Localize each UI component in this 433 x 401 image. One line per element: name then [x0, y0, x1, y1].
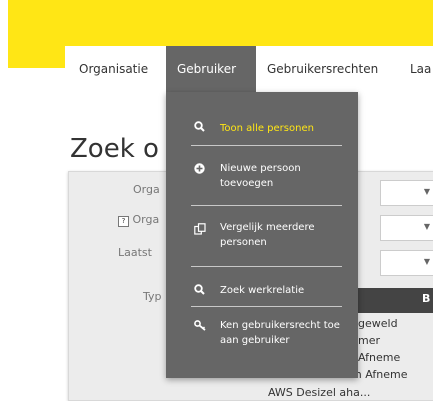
form-label-type: Typ	[143, 290, 162, 303]
key-icon	[194, 320, 207, 334]
table-row[interactable]: mer	[358, 334, 380, 347]
menu-item-label: Zoek werkrelatie	[220, 285, 305, 296]
menu-item-label: Nieuwe persoon toevoegen	[220, 163, 301, 189]
form-label-laatst: Laatst	[118, 246, 152, 259]
chevron-down-icon: ▼	[423, 187, 430, 196]
menu-divider	[191, 306, 342, 307]
table-header-label: B	[422, 292, 431, 305]
menu-item-ken-gebruikersrecht[interactable]: Ken gebruikersrecht toe aan gebruiker	[166, 320, 358, 352]
nav-tab-organisatie[interactable]: Organisatie	[79, 46, 148, 92]
select-organisatie-2[interactable]: ▼	[380, 215, 433, 241]
table-row[interactable]: geweld	[358, 317, 398, 330]
menu-divider	[191, 205, 342, 206]
help-icon[interactable]: ?	[118, 216, 129, 227]
compare-icon	[194, 223, 206, 238]
menu-divider	[191, 145, 342, 146]
menu-item-zoek-werkrelatie[interactable]: Zoek werkrelatie	[166, 283, 358, 303]
form-label-organisatie: Orga	[133, 183, 160, 196]
form-label-text: Orga	[132, 213, 160, 226]
nav-tab-gebruiker[interactable]: Gebruiker	[166, 46, 256, 92]
page-title: Zoek o	[70, 134, 159, 164]
menu-item-nieuwe-persoon[interactable]: Nieuwe persoon toevoegen	[166, 163, 358, 195]
chevron-down-icon: ▼	[423, 222, 430, 231]
table-row[interactable]: AWS Desizel aha...	[268, 386, 370, 399]
select-laatst[interactable]: ▼	[380, 250, 433, 276]
plus-circle-icon	[194, 163, 205, 177]
form-label-organisatie-help: ? Orga	[118, 213, 159, 227]
menu-item-label: Ken gebruikersrecht toe aan gebruiker	[220, 320, 340, 346]
search-icon	[194, 121, 205, 135]
menu-divider	[191, 266, 342, 267]
nav-tab-gebruikersrechten[interactable]: Gebruikersrechten	[267, 46, 378, 92]
menu-item-vergelijk-personen[interactable]: Vergelijk meerdere personen	[166, 222, 358, 254]
select-organisatie[interactable]: ▼	[380, 180, 433, 206]
search-icon	[194, 284, 205, 298]
table-row[interactable]: Afneme	[358, 351, 400, 364]
nav-tab-partial[interactable]: Laa	[410, 46, 431, 92]
menu-item-label: Vergelijk meerdere personen	[220, 222, 315, 248]
menu-item-toon-alle-personen[interactable]: Toon alle personen	[166, 120, 358, 140]
menu-item-label: Toon alle personen	[220, 123, 314, 134]
chevron-down-icon: ▼	[423, 257, 430, 266]
